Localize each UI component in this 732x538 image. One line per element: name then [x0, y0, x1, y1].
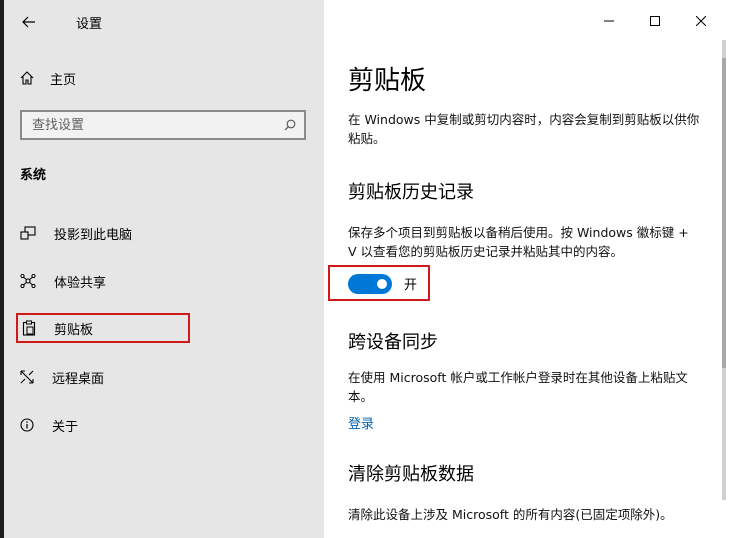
search-input[interactable]	[30, 116, 274, 134]
remote-desktop-icon	[20, 370, 34, 384]
toggle-state-label: 开	[404, 278, 418, 293]
history-toggle-highlight: 开	[328, 265, 430, 301]
back-button[interactable]	[18, 11, 40, 33]
history-toggle[interactable]	[348, 274, 392, 294]
share-icon	[20, 274, 36, 288]
history-heading: 剪贴板历史记录	[348, 182, 474, 203]
search-icon[interactable]	[284, 119, 296, 131]
toggle-knob	[377, 279, 387, 289]
sidebar-item-remote-desktop[interactable]: 远程桌面	[16, 362, 104, 392]
sidebar-item-label: 关于	[52, 419, 79, 435]
back-arrow-icon	[22, 16, 36, 28]
sidebar-item-label: 远程桌面	[52, 371, 105, 387]
search-box	[20, 110, 306, 140]
sync-heading: 跨设备同步	[348, 332, 438, 353]
sidebar-item-about[interactable]: 关于	[16, 410, 78, 440]
sync-description: 在使用 Microsoft 帐户或工作帐户登录时在其他设备上粘贴文本。	[348, 370, 688, 404]
scrollbar-thumb[interactable]	[722, 58, 726, 368]
project-icon	[20, 226, 36, 240]
app-title: 设置	[76, 16, 103, 32]
sidebar-item-label: 剪贴板	[54, 322, 94, 338]
clear-heading: 清除剪贴板数据	[348, 464, 474, 485]
clear-description: 清除此设备上涉及 Microsoft 的所有内容(已固定项除外)。	[348, 507, 673, 522]
sign-in-link[interactable]: 登录	[348, 413, 374, 432]
main-content: 剪贴板 在 Windows 中复制或剪切内容时，内容会复制到剪贴板以供你粘贴。 …	[328, 0, 708, 538]
sidebar-item-home[interactable]: 主页	[20, 66, 76, 90]
sidebar-header: 设置	[18, 10, 102, 34]
home-icon	[20, 71, 34, 85]
section-heading: 系统	[20, 168, 47, 183]
settings-window: 设置 主页 系统 投影到此电脑 体验共享	[0, 0, 732, 538]
sidebar-item-label: 投影到此电脑	[54, 227, 133, 243]
sidebar: 设置 主页 系统 投影到此电脑 体验共享	[0, 0, 324, 538]
intro-text: 在 Windows 中复制或剪切内容时，内容会复制到剪贴板以供你粘贴。	[348, 112, 700, 146]
sidebar-item-share[interactable]: 体验共享	[16, 266, 106, 296]
sidebar-item-label: 主页	[50, 72, 77, 88]
sidebar-item-label: 体验共享	[54, 275, 107, 291]
history-description: 保存多个项目到剪贴板以备稍后使用。按 Windows 徽标键 + V 以查看您的…	[348, 225, 689, 259]
sidebar-item-clipboard[interactable]: 剪贴板	[16, 313, 190, 343]
page-title: 剪贴板	[348, 66, 427, 96]
sidebar-item-project[interactable]: 投影到此电脑	[16, 218, 132, 248]
info-icon	[20, 418, 34, 432]
clipboard-icon	[22, 320, 36, 336]
